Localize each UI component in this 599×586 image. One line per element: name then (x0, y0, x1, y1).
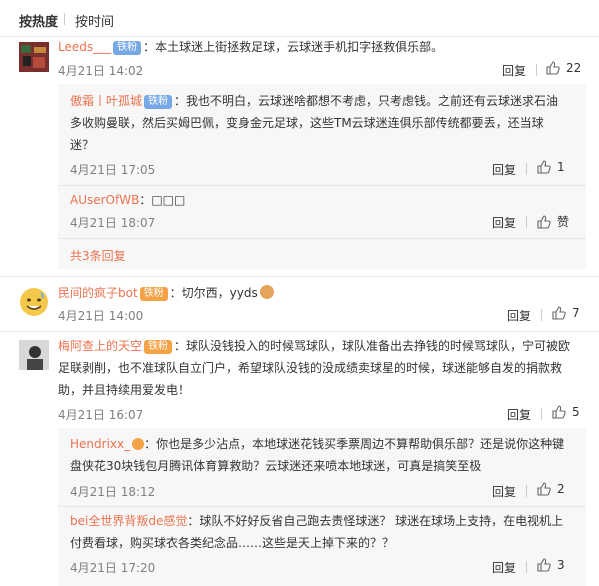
action-divider (541, 408, 542, 420)
fan-badge: 铁粉 (113, 41, 142, 55)
reply-button[interactable]: 回复 (492, 559, 516, 576)
like-count: 1 (557, 160, 565, 174)
like-count: 2 (557, 482, 565, 496)
username-link[interactable]: Hendrixx_ (70, 437, 130, 451)
thumbs-up-icon (537, 214, 551, 229)
avatar-image (20, 288, 48, 316)
fan-badge: 铁粉 (144, 340, 173, 354)
comment-body: 民间的疯子bot 铁粉 ：切尔西，yyds (58, 282, 578, 304)
like-button[interactable]: 3 (537, 558, 565, 572)
fan-badge: 铁粉 (144, 95, 173, 109)
like-button[interactable]: 赞 (537, 213, 569, 230)
reply-button[interactable]: 回复 (492, 214, 516, 231)
comment-text: ：本土球迷上街拯救足球，云球迷手机扣字拯救俱乐部。 (143, 40, 444, 54)
username-link[interactable]: Leeds___ (58, 40, 111, 54)
thumbs-up-icon (546, 61, 560, 75)
divider (0, 331, 599, 332)
like-button[interactable]: 7 (552, 306, 580, 320)
like-button[interactable]: 22 (546, 61, 581, 75)
comment-text-line: 助，并且持续用爱发电！ (58, 383, 191, 397)
sort-by-time-tab[interactable]: 按时间 (75, 11, 114, 30)
thumbs-up-icon (552, 405, 566, 419)
action-divider (526, 561, 527, 573)
comment-text: ：切尔西，yyds (169, 286, 258, 300)
action-divider (541, 309, 542, 321)
username-link[interactable]: 民间的疯子bot (58, 286, 138, 300)
thumbs-up-icon (537, 558, 551, 572)
avatar[interactable] (19, 340, 49, 370)
reply-time: 4月21日 17:20 (70, 561, 156, 575)
sort-bar: 按热度 按时间 (0, 0, 599, 36)
divider (0, 276, 599, 277)
emoji-icon (132, 438, 145, 450)
avatar[interactable] (19, 42, 49, 72)
comment-body: 梅阿查上的天空 铁粉 ：球队没钱投入的时候骂球队，球队准备出去挣钱的时候骂球队，宁可… (58, 335, 588, 401)
action-divider (536, 64, 537, 76)
like-label: 赞 (557, 215, 570, 229)
view-more-replies-link[interactable]: 共3条回复 (70, 247, 126, 264)
reply-button[interactable]: 回复 (502, 62, 526, 79)
thumbs-up-icon (537, 482, 551, 496)
reply-button[interactable]: 回复 (492, 161, 516, 178)
fan-badge: 铁粉 (139, 287, 168, 301)
reply-text-line: ：球队不好好反省自己跑去责怪球迷？ 球迷在球场上支持，在电视机上 (187, 514, 564, 528)
reply-button[interactable]: 回复 (492, 483, 516, 500)
like-count: 5 (572, 405, 580, 419)
like-count: 7 (572, 306, 580, 320)
comment-time: 4月21日 14:02 (58, 64, 144, 78)
action-divider (526, 216, 527, 228)
reply-body: Hendrixx_ ：你也是多少沾点，本地球迷花钱买季票周边不算帮助俱乐部？还是说… (70, 433, 578, 477)
username-link[interactable]: 梅阿查上的天空 (58, 339, 142, 353)
action-divider (526, 485, 527, 497)
reply-text-line: 迷？ (70, 138, 95, 152)
avatar-image (19, 42, 49, 72)
sort-by-hot-tab[interactable]: 按热度 (19, 11, 58, 30)
divider (58, 185, 586, 186)
like-count: 3 (557, 558, 565, 572)
reply-button[interactable]: 回复 (507, 307, 531, 324)
comment-time: 4月21日 14:00 (58, 309, 144, 323)
reply-button[interactable]: 回复 (507, 406, 531, 423)
reply-text-line: 盘侠花30块钱包月腾讯体育算救助？云球迷还来喷本地球迷，可真是搞笑至极 (70, 459, 482, 473)
like-button[interactable]: 1 (537, 160, 565, 174)
reply-text-line: ：你也是多少沾点，本地球迷花钱买季票周边不算帮助俱乐部？还是说你这种键 (144, 437, 565, 451)
comment-text-line: ：球队没钱投入的时候骂球队，球队准备出去挣钱的时候骂球队，宁可被欧 (174, 339, 571, 353)
comment-body: Leeds___ 铁粉 ：本土球迷上街拯救足球，云球迷手机扣字拯救俱乐部。 (58, 36, 578, 58)
emoji-icon (259, 285, 274, 299)
like-count: 22 (566, 61, 582, 75)
sort-divider (64, 13, 65, 25)
like-button[interactable]: 2 (537, 482, 565, 496)
username-link[interactable]: AUserOfWB (70, 193, 139, 207)
reply-body: 傲霜丨叶孤城 铁粉 ：我也不明白，云球迷啥都想不考虑，只考虑钱。之前还有云球迷求石油… (70, 90, 578, 156)
reply-time: 4月21日 18:07 (70, 216, 156, 230)
thumbs-up-icon (537, 160, 551, 174)
divider (58, 506, 586, 507)
avatar-image (19, 340, 49, 370)
reply-time: 4月21日 17:05 (70, 163, 156, 177)
thumbs-up-icon (552, 306, 566, 320)
avatar[interactable] (19, 287, 49, 317)
divider (58, 238, 586, 239)
reply-body: AUserOfWB：□□□ (70, 189, 578, 211)
reply-text: ：□□□ (139, 193, 186, 207)
reply-body: bei全世界背叛de感觉：球队不好好反省自己跑去责怪球迷？ 球迷在球场上支持，在… (70, 510, 578, 554)
like-button[interactable]: 5 (552, 405, 580, 419)
username-link[interactable]: bei全世界背叛de感觉 (70, 514, 187, 528)
action-divider (526, 163, 527, 175)
reply-text-line: ：我也不明白，云球迷啥都想不考虑，只考虑钱。之前还有云球迷求石油 (174, 94, 559, 108)
username-link[interactable]: 傲霜丨叶孤城 (70, 94, 142, 108)
reply-text-line: 多收购曼联，然后买姆巴佩，变身金元足球，这些TM云球迷连俱乐部传统都要丢，还当球 (70, 116, 544, 130)
reply-time: 4月21日 18:12 (70, 485, 156, 499)
comment-time: 4月21日 16:07 (58, 408, 144, 422)
comment-text-line: 足联剥削，也不准球队自立门户，希望球队没钱的没成绩卖球星的时候，球迷能够自发的捐… (58, 361, 563, 375)
reply-text-line: 付费看球，购买球衣各类纪念品……这些是天上掉下来的？？ (70, 536, 395, 550)
